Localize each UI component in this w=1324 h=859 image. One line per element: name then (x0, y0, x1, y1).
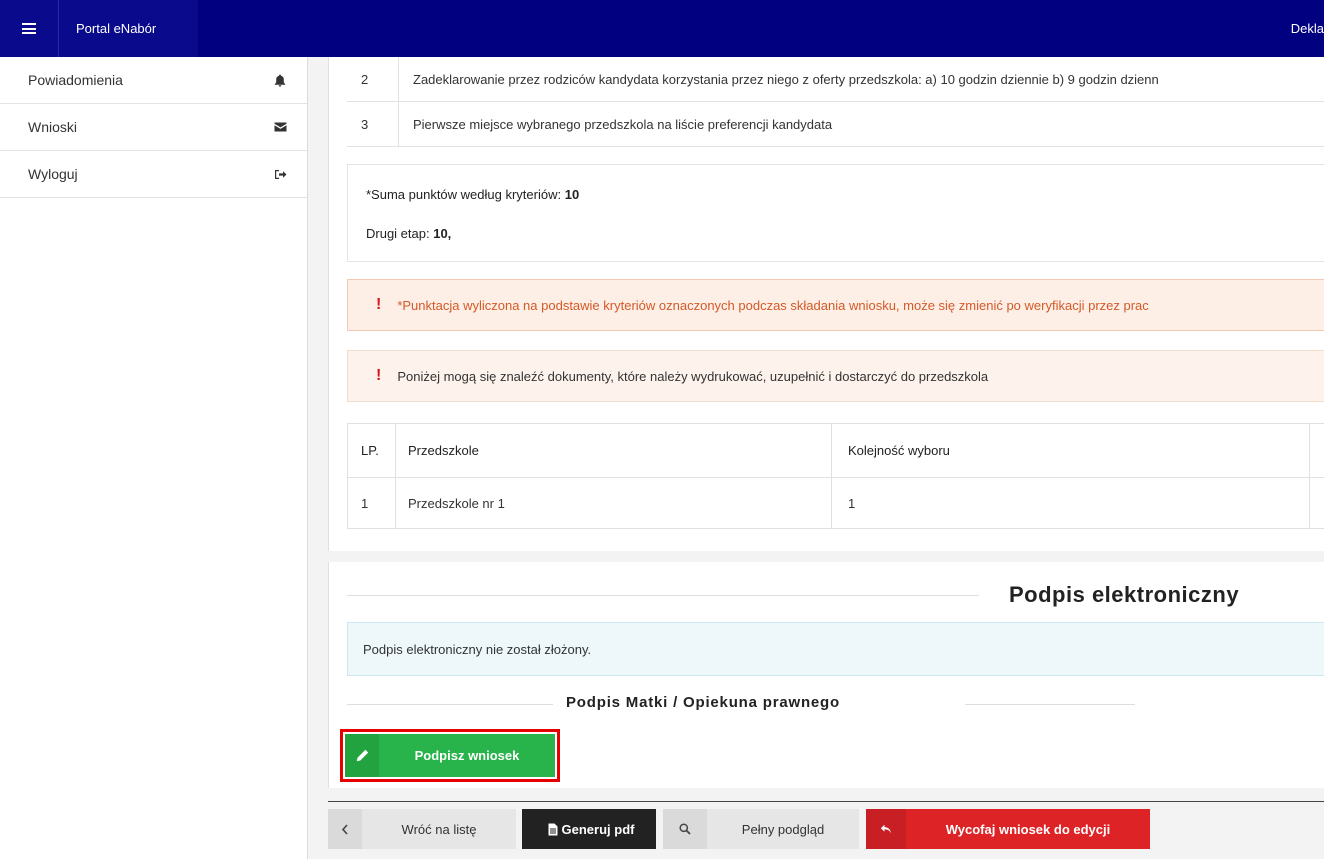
points-sum-value: 10 (564, 187, 580, 202)
envelope-icon (273, 120, 287, 134)
top-navbar: Portal eNabór Dekla (0, 0, 1324, 57)
documents-info-alert: ! Poniżej mogą się znaleźć dokumenty, kt… (347, 350, 1324, 402)
second-stage-label: Drugi etap: (366, 226, 430, 241)
withdraw-application-button[interactable]: Wycofaj wniosek do edycji (866, 809, 1150, 849)
sidebar-item-logout[interactable]: Wyloguj (0, 151, 307, 198)
chevron-left-icon (328, 809, 362, 849)
brand-link[interactable]: Portal eNabór (58, 0, 198, 57)
file-icon (544, 809, 562, 849)
divider (965, 704, 1135, 705)
sign-application-button[interactable]: Podpisz wniosek (345, 734, 555, 777)
reply-icon (866, 809, 906, 849)
exclamation-icon: ! (376, 296, 382, 313)
search-icon (663, 809, 707, 849)
criteria-text: Zadeklarowanie przez rodziców kandydata … (413, 71, 1159, 87)
sidebar-item-label: Wnioski (28, 119, 78, 135)
sidebar-item-label: Powiadomienia (28, 72, 123, 88)
table-row: 3 Pierwsze miejsce wybranego przedszkola… (347, 102, 1324, 147)
table-header-row: LP. Przedszkole Kolejność wyboru (348, 424, 1324, 477)
cell-lp: 1 (348, 478, 396, 528)
cell-order: 1 (832, 478, 1310, 528)
criteria-text: Pierwsze miejsce wybranego przedszkola n… (413, 116, 833, 132)
table-row: 2 Zadeklarowanie przez rodziców kandydat… (347, 57, 1324, 102)
withdraw-button-label: Wycofaj wniosek do edycji (945, 821, 1111, 837)
column-header-extra (1310, 424, 1324, 477)
points-summary: *Suma punktów według kryteriów: 10 Drugi… (347, 164, 1324, 262)
cell-preschool: Przedszkole nr 1 (396, 478, 832, 528)
sidebar: Powiadomienia Wnioski Wyloguj (0, 57, 308, 859)
generate-pdf-button[interactable]: Generuj pdf (522, 809, 656, 849)
column-header-preschool: Przedszkole (396, 424, 832, 477)
second-stage: Drugi etap: 10, (366, 226, 451, 241)
divider (347, 704, 553, 705)
pdf-button-label: Generuj pdf (561, 821, 635, 837)
preferences-table: LP. Przedszkole Kolejność wyboru 1 Przed… (347, 423, 1324, 529)
cell-extra (1310, 478, 1324, 528)
application-details-card: 2 Zadeklarowanie przez rodziców kandydat… (328, 57, 1324, 551)
signature-info-text: Podpis elektroniczny nie został złożony. (363, 641, 592, 657)
preview-button-label: Pełny podgląd (741, 821, 825, 837)
sidebar-item-notifications[interactable]: Powiadomienia (0, 57, 307, 104)
alert-text: *Punktacja wyliczona na podstawie kryter… (397, 297, 1149, 313)
divider (328, 801, 1324, 802)
menu-toggle-button[interactable] (0, 0, 58, 57)
hamburger-icon (22, 23, 36, 34)
second-stage-value: 10, (433, 226, 452, 241)
back-button-label: Wróć na listę (401, 821, 477, 837)
sidebar-item-label: Wyloguj (28, 166, 78, 182)
scoring-warning-alert: ! *Punktacja wyliczona na podstawie kryt… (347, 279, 1324, 331)
signature-info-alert: Podpis elektroniczny nie został złożony. (347, 622, 1324, 676)
alert-text: Poniżej mogą się znaleźć dokumenty, któr… (397, 368, 989, 384)
criteria-number: 2 (347, 57, 399, 101)
electronic-signature-card: Podpis elektroniczny Podpis elektroniczn… (328, 562, 1324, 788)
sidebar-item-applications[interactable]: Wnioski (0, 104, 307, 151)
signature-subtitle: Podpis Matki / Opiekuna prawnego (566, 694, 840, 711)
bell-icon (273, 73, 287, 87)
main-content: 2 Zadeklarowanie przez rodziców kandydat… (308, 57, 1324, 859)
sign-out-icon (273, 167, 287, 181)
points-sum-label: *Suma punktów według kryteriów: (366, 187, 562, 202)
points-sum: *Suma punktów według kryteriów: 10 (366, 187, 579, 202)
divider (347, 595, 979, 596)
criteria-number: 3 (347, 102, 399, 146)
exclamation-icon: ! (376, 367, 382, 384)
signature-section-title: Podpis elektroniczny (1009, 582, 1240, 607)
column-header-order: Kolejność wyboru (832, 424, 1310, 477)
sign-button-label: Podpisz wniosek (414, 748, 520, 763)
topbar-right-link[interactable]: Dekla (1291, 0, 1324, 57)
sign-button-highlight: Podpisz wniosek (340, 729, 560, 782)
criteria-table: 2 Zadeklarowanie przez rodziców kandydat… (347, 57, 1324, 147)
table-row: 1 Przedszkole nr 1 1 (348, 477, 1324, 528)
full-preview-button[interactable]: Pełny podgląd (663, 809, 859, 849)
pencil-icon (345, 734, 379, 777)
column-header-lp: LP. (348, 424, 396, 477)
back-to-list-button[interactable]: Wróć na listę (328, 809, 516, 849)
